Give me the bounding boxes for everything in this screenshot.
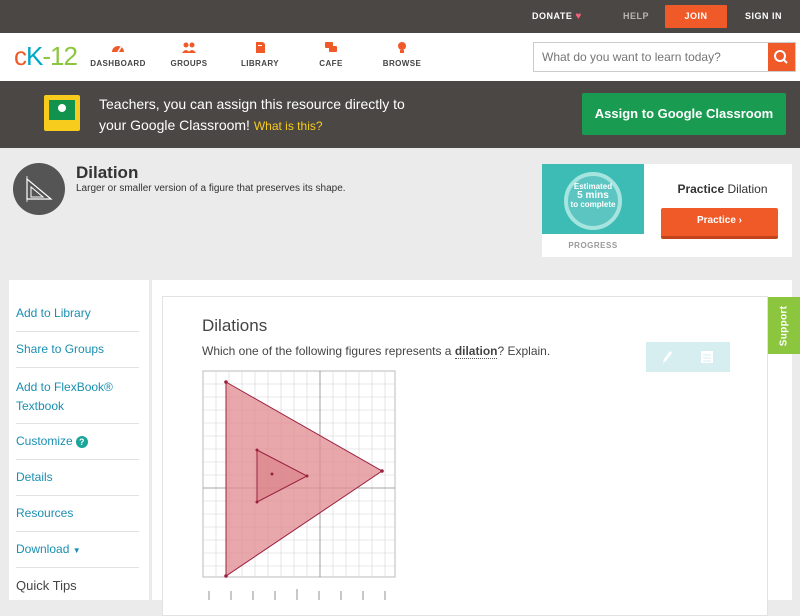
nav-browse[interactable]: BROWSE [367,41,437,68]
practice-button-label: Practice [696,215,736,226]
join-button[interactable]: JOIN [665,5,727,28]
sidebar-download[interactable]: Download ▼ [16,532,139,568]
banner-line-1: Teachers, you can assign this resource d… [99,96,405,112]
top-utility-bar: DONATE ♥ HELP JOIN SIGN IN [0,0,800,33]
dilation-term-link[interactable]: dilation [454,344,498,359]
support-label: Support [778,305,790,346]
annotation-tools [646,342,730,372]
caret-down-icon: ▼ [72,546,81,555]
sidebar-add-to-library[interactable]: Add to Library [16,296,139,332]
content-title: Dilations [202,316,268,335]
sidebar-share-to-groups[interactable]: Share to Groups [16,332,139,368]
groups-icon [182,42,196,53]
left-sidebar: Add to Library Share to Groups Add to Fl… [9,280,149,600]
concept-subtitle: Larger or smaller version of a figure th… [76,183,346,194]
dilation-concept-icon [13,163,65,215]
lightbulb-icon [398,42,406,53]
question-text: Which one of the following figures repre… [202,344,551,359]
chevron-right-icon: › [738,215,743,226]
assign-google-classroom-button[interactable]: Assign to Google Classroom [582,93,786,135]
sidebar-add-to-flexbook[interactable]: Add to FlexBook® Textbook [16,368,139,424]
concept-title: Dilation [76,163,139,182]
ck12-logo[interactable]: cK-12 [14,41,78,72]
heart-icon: ♥ [575,11,582,22]
search-button[interactable] [768,43,795,71]
google-classroom-icon [44,95,80,131]
nav-library[interactable]: LIBRARY [225,41,295,68]
nav-cafe-label: CAFE [319,59,343,68]
help-icon[interactable]: ? [75,436,88,448]
speedometer-icon [112,46,124,53]
pencil-icon[interactable] [660,349,674,365]
sidebar-resources[interactable]: Resources [16,496,139,532]
what-is-this-link[interactable]: What is this? [254,119,323,133]
practice-button[interactable]: Practice › [661,208,778,239]
sidebar-details[interactable]: Details [16,460,139,496]
search-icon [774,50,788,64]
donate-link[interactable]: DONATE ♥ [532,0,582,33]
nav-library-label: LIBRARY [240,59,280,68]
download-label: Download [16,542,70,556]
nav-dashboard[interactable]: DASHBOARD [83,41,153,68]
nav-browse-label: BROWSE [382,59,422,68]
support-tab[interactable]: Support [768,297,800,354]
quick-tips-heading: Quick Tips [16,578,77,593]
sidebar-customize[interactable]: Customize? [16,424,139,460]
chat-icon [325,42,337,52]
sign-in-link[interactable]: SIGN IN [745,0,782,33]
search-box [533,42,796,72]
progress-label: PROGRESS [568,241,618,250]
banner-text: Teachers, you can assign this resource d… [99,94,459,137]
dilation-graph [202,370,396,600]
notes-icon[interactable] [700,349,714,365]
to-complete-label: to complete [570,200,616,209]
practice-thumbnail: Estimated 5 mins to complete [542,164,644,234]
main-content: Dilations Which one of the following fig… [152,280,792,616]
main-nav: cK-12 DASHBOARD GROUPS LIBRARY CAFE BROW… [0,33,800,81]
google-classroom-banner: Teachers, you can assign this resource d… [0,81,800,148]
practice-card: Estimated 5 mins to complete PROGRESS Pr… [542,164,792,257]
donate-label: DONATE [532,11,573,21]
library-icon [256,42,265,53]
nav-groups-label: GROUPS [170,59,208,68]
banner-line-2: your Google Classroom! [99,117,250,133]
help-link[interactable]: HELP [623,0,649,33]
search-input[interactable] [534,43,769,71]
nav-dashboard-label: DASHBOARD [90,59,146,68]
customize-label: Customize [16,434,73,448]
nav-cafe[interactable]: CAFE [296,41,366,68]
nav-groups[interactable]: GROUPS [154,41,224,68]
practice-title: Practice Dilation [677,182,768,196]
